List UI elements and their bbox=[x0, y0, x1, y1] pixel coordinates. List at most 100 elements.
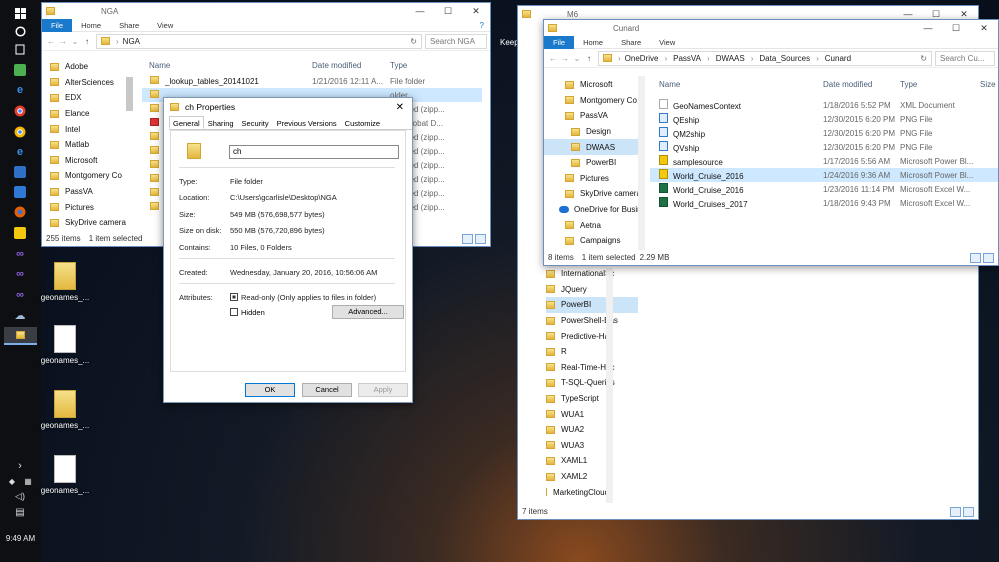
column-header-name[interactable]: Name bbox=[650, 80, 823, 89]
nav-item[interactable]: PassVA bbox=[50, 184, 130, 200]
powerbi-icon[interactable] bbox=[12, 226, 28, 240]
column-header-size[interactable]: Size bbox=[980, 80, 998, 89]
maximize-icon[interactable]: ☐ bbox=[942, 23, 970, 34]
nav-item-selected[interactable]: PowerBI bbox=[546, 297, 638, 313]
edge-icon[interactable]: e bbox=[12, 83, 28, 97]
nav-item[interactable]: PowerBI bbox=[544, 155, 638, 171]
chevron-icon[interactable]: › bbox=[12, 459, 28, 473]
nav-item[interactable]: Predictive-Had bbox=[546, 328, 638, 344]
details-view-icon[interactable] bbox=[462, 233, 473, 244]
close-icon[interactable]: ✕ bbox=[396, 102, 404, 113]
apply-button[interactable]: Apply bbox=[358, 383, 408, 397]
firefox-icon[interactable] bbox=[12, 205, 28, 219]
tab-general[interactable]: General bbox=[169, 116, 204, 129]
onedrive-icon[interactable]: ☁ bbox=[12, 308, 28, 322]
breadcrumb-item[interactable]: DWAAS bbox=[716, 54, 745, 63]
file-row[interactable]: World_Cruise_2016 1/23/2016 11:14 PM Micro… bbox=[650, 182, 998, 196]
file-row[interactable]: _lookup_tables_20141021 1/21/2016 12:11 A… bbox=[142, 74, 482, 88]
visualstudio-icon[interactable]: ∞ bbox=[12, 267, 28, 281]
nav-item[interactable]: T-SQL-Queries bbox=[546, 375, 638, 391]
nav-item[interactable]: Matlab bbox=[50, 137, 130, 153]
file-row[interactable]: GeoNamesContext 1/18/2016 5:52 PM XML Docu… bbox=[650, 98, 998, 112]
up-icon[interactable]: ↑ bbox=[81, 37, 93, 46]
volume-icon[interactable]: ◁) bbox=[12, 489, 28, 503]
cancel-button[interactable]: Cancel bbox=[302, 383, 352, 397]
nav-item[interactable]: PowerShell-Bas bbox=[546, 313, 638, 329]
hidden-checkbox[interactable]: Hidden bbox=[230, 308, 265, 317]
nav-item[interactable]: Real-Time-Hac bbox=[546, 360, 638, 376]
nav-item[interactable]: MarketingCloud bbox=[546, 484, 638, 500]
ribbon-tab-home[interactable]: Home bbox=[574, 38, 612, 47]
nav-item[interactable]: JQuery bbox=[546, 282, 638, 298]
nav-item[interactable]: EDX bbox=[50, 90, 130, 106]
recent-icon[interactable]: ⌄ bbox=[69, 37, 81, 46]
ribbon-tab-home[interactable]: Home bbox=[72, 21, 110, 30]
address-bar[interactable]: › NGA ↻ bbox=[96, 33, 422, 49]
nav-item[interactable]: SkyDrive camera bbox=[50, 215, 130, 229]
folder-name-field[interactable]: ch bbox=[229, 145, 399, 159]
desktop-icon-folder[interactable]: geonames_... bbox=[35, 390, 95, 430]
refresh-icon[interactable]: ↻ bbox=[410, 37, 417, 46]
column-header-date[interactable]: Date modified bbox=[312, 61, 390, 70]
nav-item[interactable]: OneDrive for Busin bbox=[544, 202, 638, 218]
nav-item[interactable]: Design bbox=[544, 124, 638, 140]
forward-icon[interactable]: → bbox=[57, 37, 69, 46]
ribbon-tab-share[interactable]: Share bbox=[612, 38, 650, 47]
address-bar[interactable]: › OneDrive › PassVA › DWAAS › Data_Sourc… bbox=[598, 50, 932, 66]
nav-item[interactable]: TypeScript bbox=[546, 391, 638, 407]
network-icon[interactable]: ▦ bbox=[22, 474, 34, 488]
nav-item[interactable]: Intel bbox=[50, 121, 130, 137]
up-icon[interactable]: ↑ bbox=[583, 54, 595, 63]
breadcrumb-item[interactable]: Cunard bbox=[825, 54, 851, 63]
desktop-icon-label-partial[interactable]: Keep bbox=[500, 38, 519, 47]
dropbox-icon[interactable]: ◆ bbox=[6, 474, 18, 488]
close-icon[interactable]: ✕ bbox=[462, 6, 490, 17]
refresh-icon[interactable]: ↻ bbox=[920, 54, 927, 63]
search-input[interactable]: Search NGA bbox=[425, 33, 487, 49]
ribbon-tab-view[interactable]: View bbox=[650, 38, 684, 47]
task-view-icon[interactable] bbox=[12, 42, 28, 56]
chrome-icon[interactable] bbox=[12, 125, 28, 139]
cortana-icon[interactable] bbox=[12, 24, 28, 38]
maximize-icon[interactable]: ☐ bbox=[434, 6, 462, 17]
file-row[interactable]: World_Cruises_2017 1/18/2016 9:43 PM Micro… bbox=[650, 196, 998, 210]
onenote-icon[interactable] bbox=[12, 165, 28, 179]
desktop-icon-file[interactable]: geonames_... bbox=[35, 325, 95, 365]
nav-item[interactable]: XAML1 bbox=[546, 453, 638, 469]
ok-button[interactable]: OK bbox=[245, 383, 295, 397]
vscode-icon[interactable] bbox=[12, 185, 28, 199]
ribbon-tab-view[interactable]: View bbox=[148, 21, 182, 30]
desktop-icon-folder[interactable]: geonames_... bbox=[35, 262, 95, 302]
nav-item[interactable]: SkyDrive camera bbox=[544, 186, 638, 202]
edge-icon[interactable]: e bbox=[12, 145, 28, 159]
close-icon[interactable]: ✕ bbox=[970, 23, 998, 34]
nav-item[interactable]: Elance bbox=[50, 106, 130, 122]
ribbon-tab-file[interactable]: File bbox=[42, 18, 73, 32]
search-input[interactable]: Search Cu... bbox=[935, 50, 995, 66]
large-icons-view-icon[interactable] bbox=[983, 252, 994, 263]
file-row[interactable]: QM2ship 12/30/2015 6:20 PM PNG File bbox=[650, 126, 998, 140]
nav-item-selected[interactable]: DWAAS bbox=[544, 139, 638, 155]
nav-item[interactable]: Aetna bbox=[544, 217, 638, 233]
ribbon-tab-share[interactable]: Share bbox=[110, 21, 148, 30]
column-header-type[interactable]: Type bbox=[390, 61, 470, 70]
nav-item[interactable]: InternationalSc bbox=[546, 266, 638, 282]
desktop-icon-file[interactable]: geonames_... bbox=[35, 455, 95, 495]
column-header-type[interactable]: Type bbox=[900, 80, 980, 89]
maximize-icon[interactable]: ☐ bbox=[922, 9, 950, 20]
minimize-icon[interactable]: — bbox=[914, 23, 942, 34]
details-view-icon[interactable] bbox=[970, 252, 981, 263]
tab-previous-versions[interactable]: Previous Versions bbox=[273, 116, 341, 129]
ribbon-tab-file[interactable]: File bbox=[544, 35, 575, 49]
tab-security[interactable]: Security bbox=[238, 116, 273, 129]
breadcrumb-item[interactable]: OneDrive bbox=[625, 54, 659, 63]
nav-item[interactable]: Campaigns bbox=[544, 233, 638, 249]
large-icons-view-icon[interactable] bbox=[963, 506, 974, 517]
file-row[interactable]: QEship 12/30/2015 6:20 PM PNG File bbox=[650, 112, 998, 126]
taskbar-clock[interactable]: 9:49 AM bbox=[0, 534, 41, 543]
file-row[interactable]: samplesource 1/17/2016 5:56 AM Microsoft P… bbox=[650, 154, 998, 168]
minimize-icon[interactable]: — bbox=[894, 9, 922, 20]
details-view-icon[interactable] bbox=[950, 506, 961, 517]
file-row[interactable]: QVship 12/30/2015 6:20 PM PNG File bbox=[650, 140, 998, 154]
visualstudio-icon[interactable]: ∞ bbox=[12, 247, 28, 261]
